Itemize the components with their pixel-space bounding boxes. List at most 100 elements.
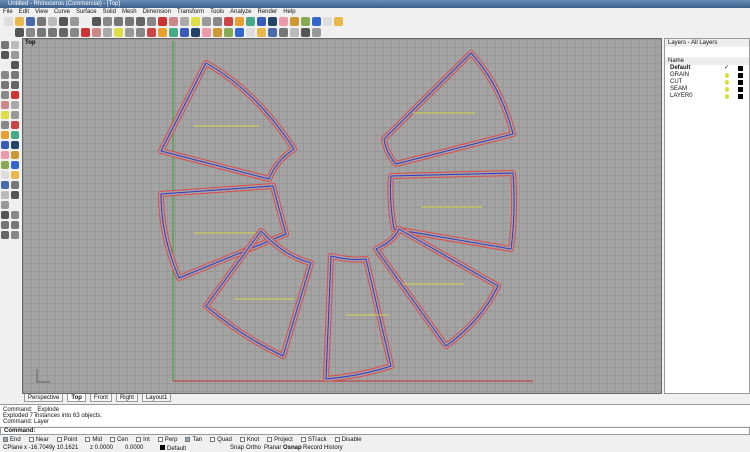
tool-icon[interactable] xyxy=(26,28,35,37)
tool-icon[interactable] xyxy=(92,17,101,26)
checkbox[interactable] xyxy=(136,436,142,442)
tool-icon[interactable] xyxy=(11,91,19,99)
osnap-quad[interactable]: Quad xyxy=(210,436,232,444)
tool-icon[interactable] xyxy=(290,28,299,37)
tool-icon[interactable] xyxy=(11,81,19,89)
tool-icon[interactable] xyxy=(103,17,112,26)
tool-icon[interactable] xyxy=(169,28,178,37)
checkbox[interactable] xyxy=(56,436,62,442)
tool-icon[interactable] xyxy=(11,101,19,109)
tool-icon[interactable] xyxy=(1,111,9,119)
tab-layout1[interactable]: Layout1 xyxy=(141,394,172,402)
menu-view[interactable]: View xyxy=(35,8,48,16)
tool-icon[interactable] xyxy=(257,17,266,26)
layer-color-swatch[interactable] xyxy=(738,73,743,78)
tool-icon[interactable] xyxy=(235,28,244,37)
tool-icon[interactable] xyxy=(147,28,156,37)
tool-icon[interactable] xyxy=(1,221,9,229)
pattern-piece[interactable] xyxy=(323,253,394,382)
menu-tools[interactable]: Tools xyxy=(210,8,224,16)
menu-render[interactable]: Render xyxy=(258,8,278,16)
tool-icon[interactable] xyxy=(125,28,134,37)
tool-icon[interactable] xyxy=(323,28,332,37)
layer-color-swatch[interactable] xyxy=(738,66,743,71)
tool-icon[interactable] xyxy=(257,28,266,37)
tool-icon[interactable] xyxy=(169,17,178,26)
osnap-end[interactable]: End xyxy=(3,436,21,444)
tool-icon[interactable] xyxy=(11,51,19,59)
tool-icon[interactable] xyxy=(11,201,19,209)
tool-icon[interactable] xyxy=(15,17,24,26)
checkbox[interactable] xyxy=(3,436,8,442)
ortho-toggle[interactable]: Ortho xyxy=(246,445,261,451)
drawing-canvas[interactable] xyxy=(23,39,663,395)
tool-icon[interactable] xyxy=(1,161,9,169)
tool-icon[interactable] xyxy=(1,181,9,189)
lightbulb-icon[interactable] xyxy=(725,80,729,85)
tool-icon[interactable] xyxy=(1,101,9,109)
tab-perspective[interactable]: Perspective xyxy=(24,394,64,402)
tool-icon[interactable] xyxy=(312,17,321,26)
tool-icon[interactable] xyxy=(279,17,288,26)
tool-icon[interactable] xyxy=(11,61,19,69)
tab-front[interactable]: Front xyxy=(89,394,112,402)
tool-icon[interactable] xyxy=(136,28,145,37)
tool-icon[interactable] xyxy=(1,191,9,199)
tool-icon[interactable] xyxy=(59,28,68,37)
tool-icon[interactable] xyxy=(1,151,9,159)
tool-icon[interactable] xyxy=(1,231,9,239)
pattern-piece[interactable] xyxy=(158,60,297,182)
tool-icon[interactable] xyxy=(48,17,57,26)
pattern-piece[interactable] xyxy=(158,183,289,281)
tool-icon[interactable] xyxy=(70,17,79,26)
tool-icon[interactable] xyxy=(1,91,9,99)
tool-icon[interactable] xyxy=(37,28,46,37)
tool-icon[interactable] xyxy=(268,17,277,26)
command-input[interactable]: Command: xyxy=(0,427,750,435)
tool-icon[interactable] xyxy=(1,211,9,219)
tool-icon[interactable] xyxy=(312,28,321,37)
tool-icon[interactable] xyxy=(191,28,200,37)
tool-icon[interactable] xyxy=(11,171,19,179)
menu-solid[interactable]: Solid xyxy=(103,8,116,16)
lightbulb-icon[interactable] xyxy=(725,87,729,92)
tool-icon[interactable] xyxy=(26,17,35,26)
pattern-piece[interactable] xyxy=(203,228,314,359)
tool-icon[interactable] xyxy=(301,28,310,37)
tab-right[interactable]: Right xyxy=(115,394,138,402)
layer-color-swatch[interactable] xyxy=(738,94,743,99)
tool-icon[interactable] xyxy=(114,28,123,37)
checkbox[interactable] xyxy=(85,436,91,442)
tool-icon[interactable] xyxy=(11,231,19,239)
checkbox[interactable] xyxy=(210,436,216,442)
layer-row[interactable]: SEAM xyxy=(665,86,749,93)
tool-icon[interactable] xyxy=(1,51,9,59)
tool-icon[interactable] xyxy=(279,28,288,37)
tool-icon[interactable] xyxy=(11,71,19,79)
osnap-near[interactable]: Near xyxy=(28,436,49,444)
lightbulb-icon[interactable] xyxy=(725,73,729,78)
osnap-knot[interactable]: Knot xyxy=(239,436,259,444)
tool-icon[interactable] xyxy=(136,17,145,26)
tool-icon[interactable] xyxy=(81,17,90,26)
tool-icon[interactable] xyxy=(11,211,19,219)
tool-icon[interactable] xyxy=(334,17,343,26)
tool-icon[interactable] xyxy=(202,28,211,37)
tool-icon[interactable] xyxy=(158,17,167,26)
tool-icon[interactable] xyxy=(1,61,9,69)
tool-icon[interactable] xyxy=(180,17,189,26)
tool-icon[interactable] xyxy=(81,28,90,37)
tool-icon[interactable] xyxy=(268,28,277,37)
tool-icon[interactable] xyxy=(246,28,255,37)
tool-icon[interactable] xyxy=(213,28,222,37)
osnap-mid[interactable]: Mid xyxy=(85,436,102,444)
tool-icon[interactable] xyxy=(11,161,19,169)
checkbox[interactable] xyxy=(267,436,273,442)
tool-icon[interactable] xyxy=(4,17,13,26)
tool-icon[interactable] xyxy=(246,17,255,26)
tool-icon[interactable] xyxy=(213,17,222,26)
checkbox[interactable] xyxy=(28,436,34,442)
tool-icon[interactable] xyxy=(323,17,332,26)
tool-icon[interactable] xyxy=(301,17,310,26)
tool-icon[interactable] xyxy=(1,71,9,79)
